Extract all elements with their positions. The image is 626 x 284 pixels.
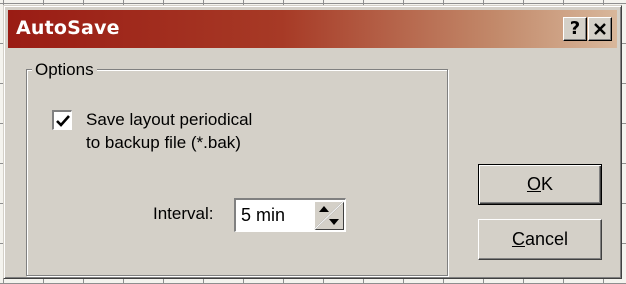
options-groupbox (26, 69, 448, 276)
ok-label-rest: K (541, 174, 554, 194)
interval-spin-buttons[interactable] (314, 201, 344, 230)
dialog-title: AutoSave (16, 17, 120, 39)
save-layout-label: Save layout periodical to backup file (*… (86, 108, 252, 154)
cancel-mnemonic: C (511, 229, 525, 249)
cancel-label-rest: ancel (524, 229, 569, 249)
close-button[interactable] (588, 17, 612, 41)
help-icon: ? (569, 18, 581, 39)
interval-label: Interval: (153, 204, 214, 223)
ok-button[interactable]: OK (478, 164, 602, 205)
save-layout-label-line1: Save layout periodical (86, 110, 253, 129)
title-bar[interactable]: AutoSave ? (8, 10, 617, 48)
interval-value[interactable]: 5 min (241, 205, 285, 226)
checkmark-icon (56, 115, 70, 127)
interval-spinbox[interactable]: 5 min (234, 198, 346, 232)
cancel-button[interactable]: Cancel (478, 219, 602, 260)
options-group-label: Options (32, 60, 97, 80)
close-icon (593, 17, 607, 41)
save-layout-label-line2: to backup file (*.bak) (86, 133, 241, 152)
ok-mnemonic: O (526, 174, 541, 194)
save-layout-checkbox[interactable] (52, 110, 72, 130)
help-button[interactable]: ? (563, 17, 587, 41)
